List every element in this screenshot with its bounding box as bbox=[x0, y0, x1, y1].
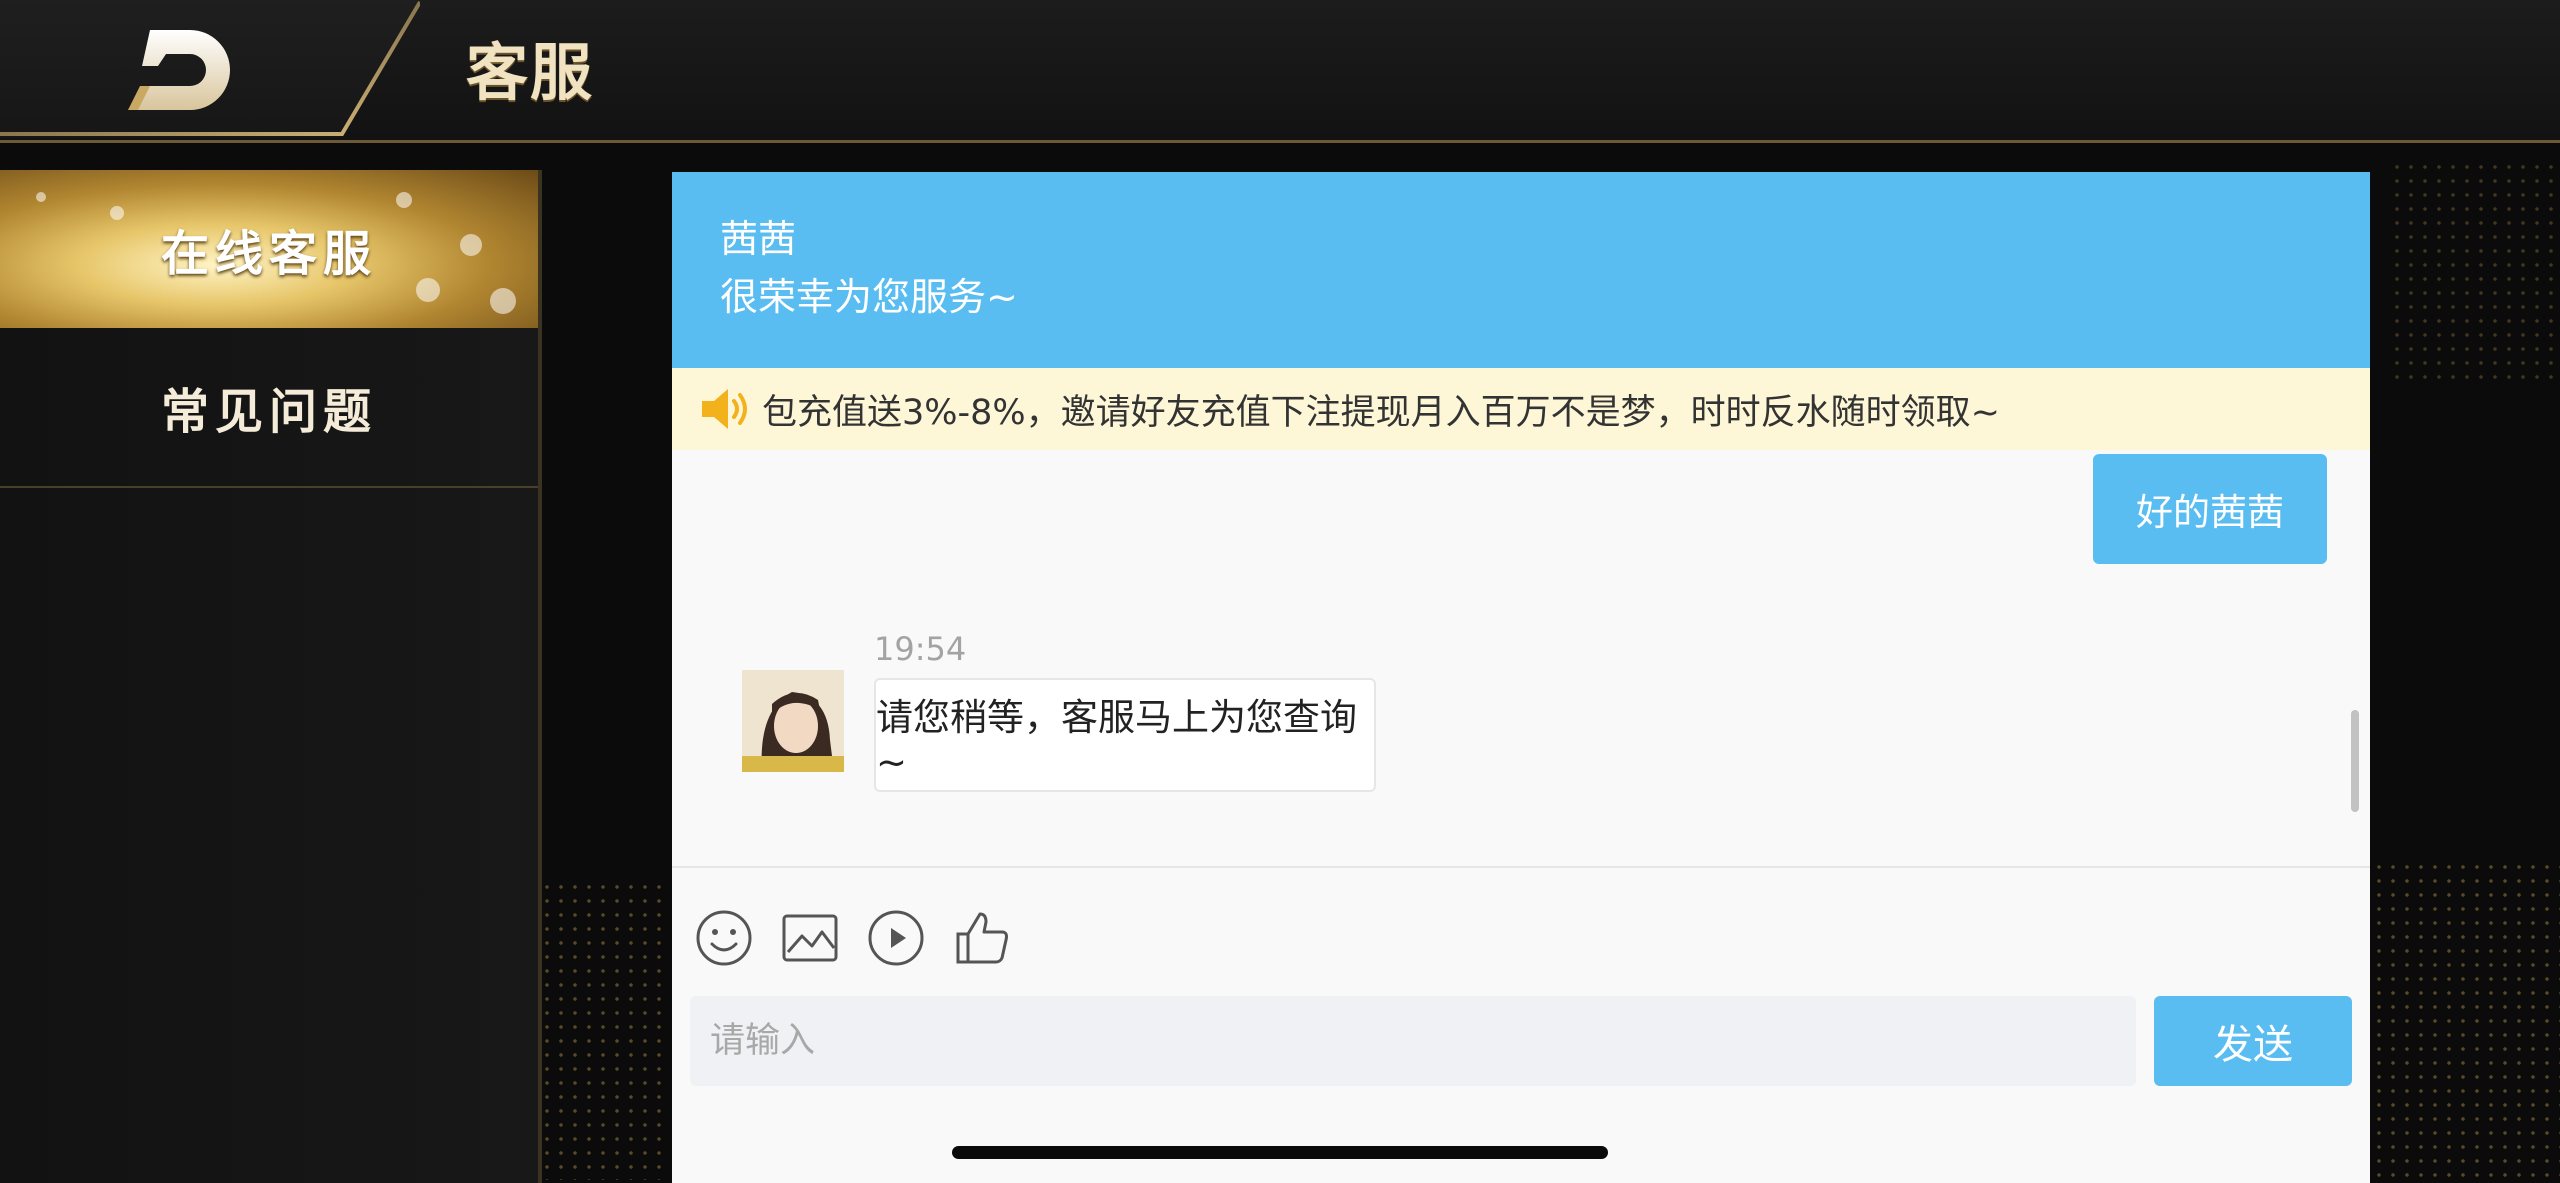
image-icon bbox=[782, 914, 838, 962]
emoji-button[interactable] bbox=[694, 908, 754, 968]
sparkle-decoration bbox=[110, 206, 124, 220]
chat-header: 茜茜 很荣幸为您服务~ bbox=[672, 172, 2370, 368]
notice-text: 包充值送3%-8%，邀请好友充值下注提现月入百万不是梦，时时反水随时领取~ bbox=[762, 392, 2001, 433]
video-button[interactable] bbox=[866, 908, 926, 968]
thumbs-up-icon bbox=[956, 912, 1008, 964]
chat-panel: 茜茜 很荣幸为您服务~ 包充值送3%-8%，邀请好友充值下注提现月入百万不是梦，… bbox=[672, 172, 2370, 1183]
home-indicator[interactable] bbox=[952, 1146, 1608, 1159]
sparkle-decoration bbox=[490, 288, 516, 314]
emoji-icon bbox=[696, 910, 752, 966]
image-button[interactable] bbox=[780, 908, 840, 968]
sidebar: 在线客服 常见问题 bbox=[0, 170, 542, 1183]
send-button[interactable]: 发送 bbox=[2154, 996, 2352, 1086]
video-play-icon bbox=[868, 910, 924, 966]
gold-dust-decoration bbox=[2372, 860, 2560, 1180]
scrollbar-thumb[interactable] bbox=[2351, 710, 2359, 812]
sidebar-item-online-service[interactable]: 在线客服 bbox=[0, 170, 538, 328]
sparkle-decoration bbox=[396, 192, 412, 208]
top-bar: 客服 bbox=[0, 0, 2560, 143]
sidebar-item-label: 在线客服 bbox=[160, 226, 377, 282]
message-timestamp: 19:54 bbox=[874, 630, 967, 668]
avatar-image bbox=[742, 670, 844, 772]
sparkle-decoration bbox=[416, 278, 440, 302]
agent-avatar bbox=[742, 670, 844, 772]
message-input[interactable] bbox=[690, 996, 2136, 1086]
page-title: 客服 bbox=[466, 36, 595, 109]
back-button[interactable] bbox=[120, 26, 240, 112]
agent-message-bubble: 请您稍等，客服马上为您查询~ bbox=[874, 678, 1376, 792]
speaker-icon bbox=[702, 389, 747, 429]
like-button[interactable] bbox=[952, 908, 1012, 968]
user-message-bubble: 好的茜茜 bbox=[2093, 454, 2327, 564]
chat-divider bbox=[672, 866, 2370, 868]
gold-dust-decoration bbox=[2390, 160, 2560, 380]
notice-banner: 包充值送3%-8%，邀请好友充值下注提现月入百万不是梦，时时反水随时领取~ bbox=[672, 368, 2370, 450]
gold-dust-decoration bbox=[540, 880, 670, 1180]
sparkle-decoration bbox=[460, 234, 482, 256]
sidebar-item-label: 常见问题 bbox=[160, 384, 377, 440]
sparkle-decoration bbox=[36, 192, 46, 202]
sidebar-item-faq[interactable]: 常见问题 bbox=[0, 328, 538, 488]
agent-greeting: 很荣幸为您服务~ bbox=[720, 275, 1018, 319]
agent-name: 茜茜 bbox=[720, 217, 797, 261]
back-arrow-icon bbox=[128, 30, 230, 110]
